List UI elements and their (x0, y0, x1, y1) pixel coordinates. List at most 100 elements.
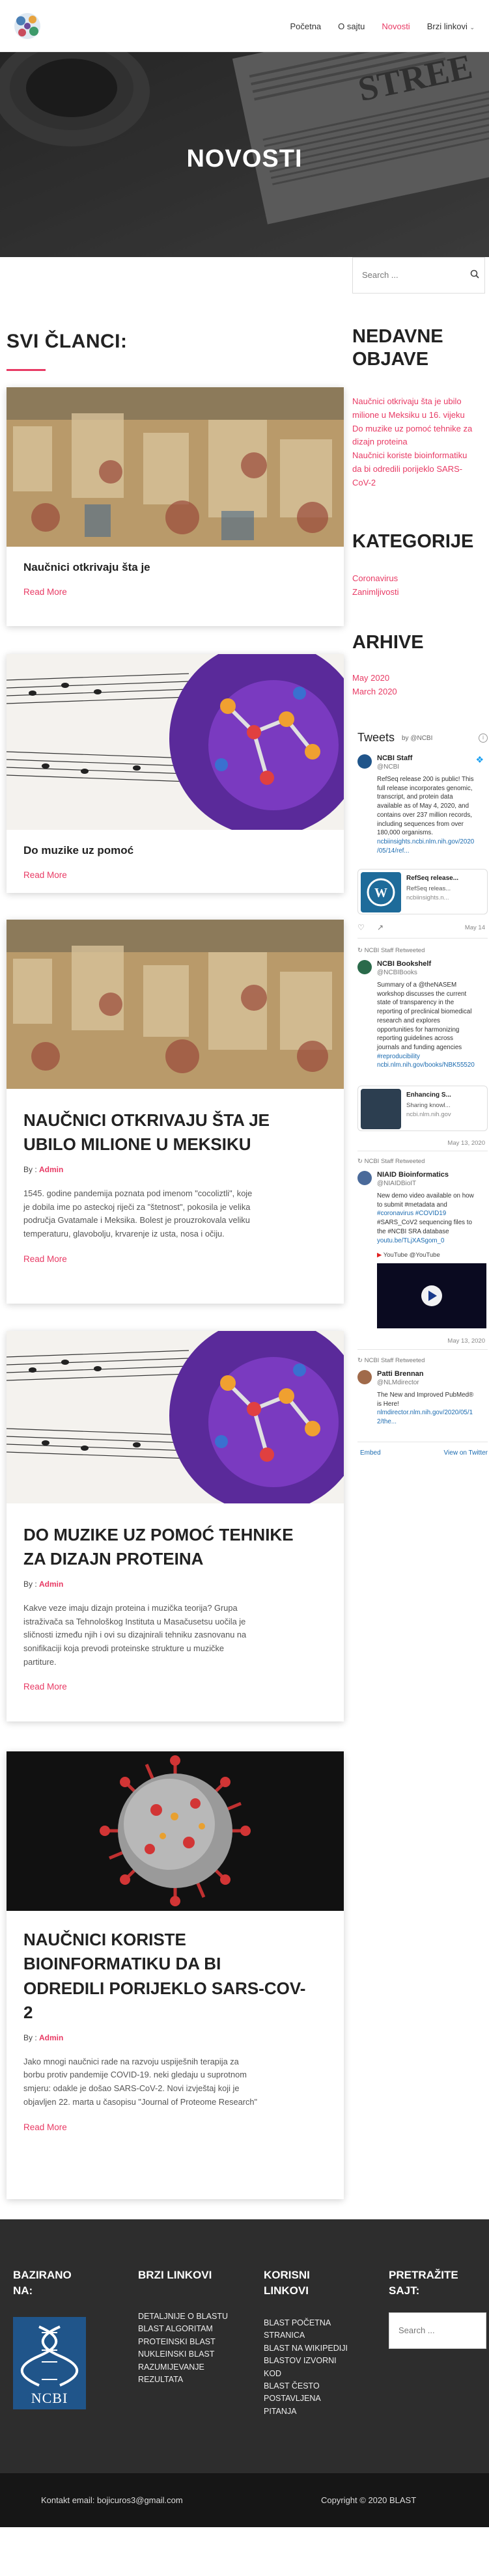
footer-link[interactable]: KOD (264, 2368, 361, 2380)
footer-link[interactable]: BLAST NA WIKIPEDIJI (264, 2342, 361, 2355)
tweet-author-name[interactable]: NIAID Bioinformatics (377, 1171, 449, 1179)
article-image[interactable] (7, 1751, 344, 1911)
youtube-label: ▶ YouTube @YouTube (377, 1252, 440, 1259)
recent-post-link[interactable]: da bi odredili porijeklo SARS- (352, 463, 489, 476)
article-title-line[interactable]: 2 (23, 2001, 327, 2025)
archive-link[interactable]: May 2020 (352, 672, 397, 685)
article-title-line[interactable]: BIOINFORMATIKU DA BI (23, 1952, 327, 1976)
tweet-link[interactable]: 2/the... (377, 1418, 486, 1427)
author-line: By : Admin (23, 2033, 327, 2042)
footer-link[interactable]: BLAST ALGORITAM (138, 2323, 236, 2335)
site-logo[interactable] (9, 8, 46, 44)
read-more-link[interactable]: Read More (23, 1254, 67, 1264)
ncbi-logo[interactable]: NCBI (13, 2317, 86, 2409)
recent-post-link[interactable]: Naučnici koriste bioinformatiku (352, 449, 489, 463)
read-more-link[interactable]: Read More (23, 870, 67, 880)
footer-link[interactable]: STRANICA (264, 2329, 361, 2342)
avatar[interactable] (357, 754, 372, 769)
tweet-link[interactable]: /05/14/ref... (377, 847, 486, 856)
article-title-line[interactable]: ODREDILI PORIJEKLO SARS-COV- (23, 1977, 327, 2001)
read-more-link[interactable]: Read More (23, 1682, 67, 1692)
tweets-by[interactable]: by @NCBI (402, 735, 432, 742)
author-link[interactable]: Admin (39, 1165, 63, 1174)
tweet-line: contains over 237 million records, (377, 811, 472, 819)
read-more-link[interactable]: Read More (23, 587, 67, 597)
tweet-hashtag[interactable]: #coronavirus #COVID19 (377, 1209, 486, 1218)
nav-item-label[interactable]: Brzi linkovi (427, 21, 468, 31)
footer-link[interactable]: PROTEINSKI BLAST (138, 2336, 236, 2348)
tweet-link[interactable]: ncbiinsights.ncbi.nlm.nih.gov/2020 (377, 838, 486, 847)
article-title[interactable]: Naučnici otkrivaju šta je (23, 561, 327, 574)
recent-post-link[interactable]: dizajn proteina (352, 435, 489, 449)
footer-link[interactable]: BLAST ČESTO (264, 2380, 361, 2392)
article-title-line[interactable]: NAUČNICI KORISTE (23, 1928, 327, 1952)
footer-link[interactable]: BLASTOV IZVORNI (264, 2355, 361, 2367)
article-card-1: NAUČNICI OTKRIVAJU ŠTA JE UBILO MILIONE … (7, 920, 344, 1304)
tweet-author-name[interactable]: Patti Brennan (377, 1370, 424, 1378)
article-image[interactable] (7, 654, 344, 830)
tweet-author-handle[interactable]: @NCBIBooks (377, 969, 417, 976)
article-title[interactable]: NAUČNICI KORISTE BIOINFORMATIKU DA BI OD… (23, 1928, 327, 2025)
article-card-small-1[interactable]: Naučnici otkrivaju šta je Read More (7, 387, 344, 626)
excerpt-line: objavljen 22. marta u časopisu "Journal … (23, 2096, 258, 2107)
tweet-link[interactable]: ncbi.nlm.nih.gov/books/NBK55520 (377, 1061, 486, 1070)
youtube-video-thumbnail[interactable] (377, 1263, 486, 1328)
footer-link[interactable]: POSTAVLJENA (264, 2392, 361, 2405)
author-link[interactable]: Admin (39, 1580, 63, 1589)
tweet-author-handle[interactable]: @NCBI (377, 763, 399, 771)
contact-email[interactable]: Kontakt email: bojicuros3@gmail.com (41, 2495, 183, 2505)
footer-link[interactable]: RAZUMIJEVANJE (138, 2361, 236, 2374)
sidebar-search-input[interactable]: Search ... (352, 257, 485, 294)
read-more-link[interactable]: Read More (23, 2122, 67, 2132)
embed-link[interactable]: Embed (360, 1449, 381, 1457)
search-icon[interactable] (470, 269, 479, 281)
article-image[interactable] (7, 387, 344, 547)
category-link[interactable]: Coronavirus (352, 572, 399, 586)
tweet-author-name[interactable]: NCBI Staff (377, 754, 412, 762)
tweet-link[interactable]: youtu.be/TLjXASgom_0 (377, 1237, 486, 1246)
tweet-author-handle[interactable]: @NIAIDBioIT (377, 1180, 416, 1187)
recent-post-link[interactable]: milione u Meksiku u 16. vijeku (352, 409, 489, 422)
footer-search-input[interactable]: Search ... (389, 2312, 486, 2349)
tweet-author-name[interactable]: NCBI Bookshelf (377, 960, 431, 968)
footer-link[interactable]: NUKLEINSKI BLAST (138, 2348, 236, 2361)
recent-post-link[interactable]: Naučnici otkrivaju šta je ubilo (352, 395, 489, 409)
author-link[interactable]: Admin (39, 2033, 63, 2042)
share-icon[interactable]: ↗ (377, 923, 384, 932)
tweet-author-handle[interactable]: @NLMdirector (377, 1379, 419, 1386)
article-title-line[interactable]: UBILO MILIONE U MEKSIKU (23, 1132, 327, 1157)
article-title[interactable]: NAUČNICI OTKRIVAJU ŠTA JE UBILO MILIONE … (23, 1108, 327, 1157)
article-title[interactable]: Do muzike uz pomoć (23, 844, 327, 857)
archive-link[interactable]: March 2020 (352, 685, 397, 699)
link-card[interactable]: Enhancing S... Sharing knowl... ncbi.nlm… (357, 1086, 488, 1131)
recent-post-link[interactable]: Do muzike uz pomoć tehnike za (352, 422, 489, 436)
article-image[interactable] (7, 920, 344, 1089)
nav-item-brzi-linkovi[interactable]: Brzi linkovi ⌄ (427, 21, 475, 31)
tweet-date[interactable]: May 13, 2020 (447, 1337, 485, 1345)
nav-item-o-sajtu[interactable]: O sajtu (338, 21, 365, 31)
article-card-small-2[interactable]: Do muzike uz pomoć Read More (7, 654, 344, 893)
avatar[interactable] (357, 960, 372, 974)
footer-link[interactable]: DETALJNIJE O BLASTU (138, 2310, 236, 2323)
info-icon[interactable]: i (479, 733, 488, 743)
like-icon[interactable]: ♡ (357, 923, 365, 932)
article-title-line[interactable]: NAUČNICI OTKRIVAJU ŠTA JE (23, 1108, 327, 1132)
footer-link[interactable]: REZULTATA (138, 2374, 236, 2386)
article-title-line[interactable]: DO MUZIKE UZ POMOĆ TEHNIKE (23, 1523, 327, 1547)
avatar[interactable] (357, 1171, 372, 1185)
nav-item-pocetna[interactable]: Početna (290, 21, 321, 31)
recent-post-link[interactable]: CoV-2 (352, 476, 489, 490)
article-title-line[interactable]: ZA DIZAJN PROTEINA (23, 1547, 327, 1571)
nav-item-novosti[interactable]: Novosti (382, 21, 410, 31)
avatar[interactable] (357, 1370, 372, 1384)
tweet-link[interactable]: nlmdirector.nlm.nih.gov/2020/05/1 (377, 1408, 486, 1418)
tweet-date[interactable]: May 13, 2020 (447, 1140, 485, 1147)
category-link[interactable]: Zanimljivosti (352, 586, 399, 599)
article-image[interactable] (7, 1331, 344, 1503)
view-on-twitter-link[interactable]: View on Twitter (444, 1449, 488, 1457)
footer-link[interactable]: BLAST POČETNA (264, 2317, 361, 2329)
footer-link[interactable]: PITANJA (264, 2405, 361, 2418)
article-title[interactable]: DO MUZIKE UZ POMOĆ TEHNIKE ZA DIZAJN PRO… (23, 1523, 327, 1572)
link-card[interactable]: W RefSeq release... RefSeq releas... ncb… (357, 869, 488, 914)
tweet-hashtag[interactable]: #reproducibility (377, 1052, 486, 1062)
